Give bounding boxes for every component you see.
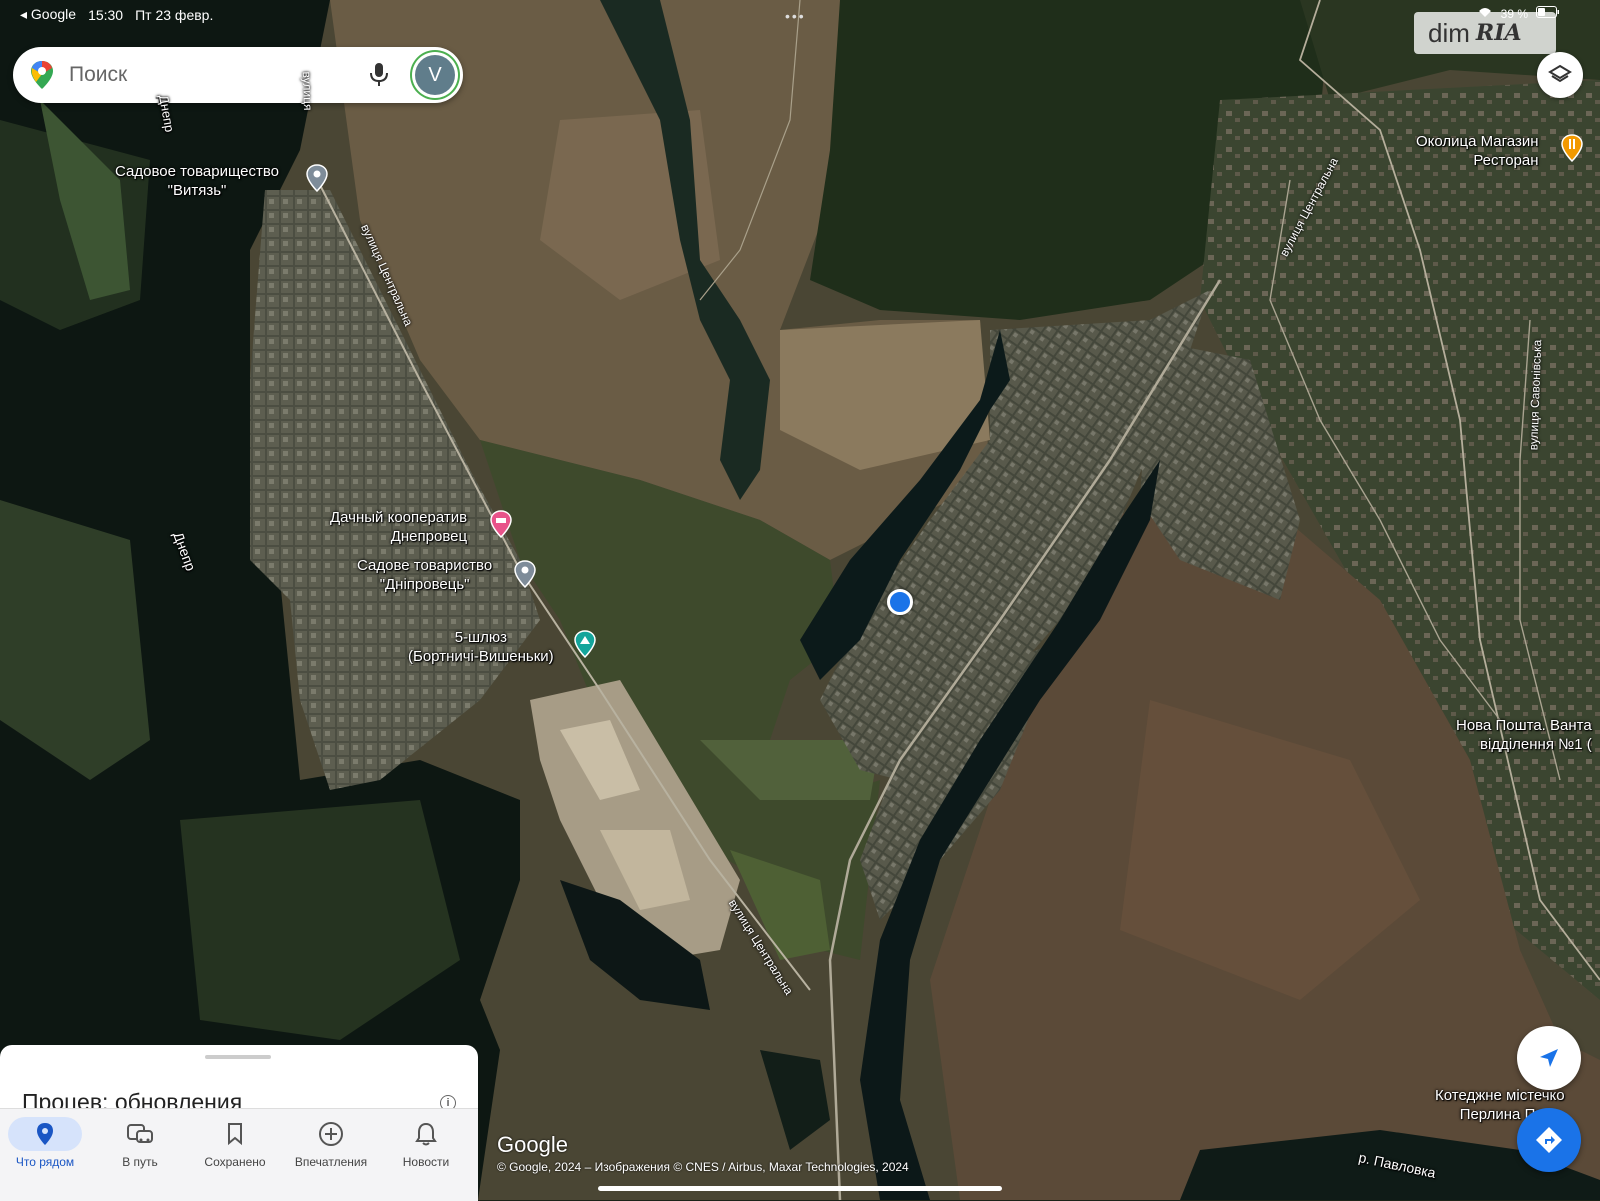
sheet-drag-handle[interactable]: [205, 1055, 271, 1059]
my-location-button[interactable]: [1517, 1026, 1581, 1090]
current-location-dot: [887, 589, 913, 615]
bell-icon: [415, 1122, 437, 1146]
nav-tab-label: Что рядом: [15, 1155, 75, 1169]
garden-poi-pin-icon[interactable]: [514, 560, 536, 588]
restaurant-poi-pin-icon[interactable]: [1561, 134, 1583, 162]
google-logo: Google: [497, 1132, 568, 1157]
status-date: Пт 23 февр.: [135, 6, 214, 23]
nav-tab-label: В путь: [122, 1155, 158, 1169]
map-label-dniprovets-coop[interactable]: Дачный кооператив Днепровец: [330, 508, 467, 546]
account-avatar[interactable]: V: [415, 55, 455, 95]
map-label-dniprovets-garden[interactable]: Садове товариство "Дніпровець": [357, 556, 492, 594]
nav-tab-contribute[interactable]: Впечатления: [286, 1117, 376, 1169]
lodging-poi-pin-icon[interactable]: [490, 510, 512, 538]
nav-tab-saved[interactable]: Сохранено: [190, 1117, 280, 1169]
nav-tab-label: Новости: [402, 1155, 450, 1169]
bottom-navigation: Что рядом В путь Сохранено Впечатления Н…: [0, 1108, 478, 1201]
microphone-icon[interactable]: [369, 62, 389, 88]
garden-poi-pin-icon[interactable]: [306, 164, 328, 192]
nav-tab-updates[interactable]: Новости: [381, 1117, 471, 1169]
nav-tab-label: Сохранено: [204, 1155, 266, 1169]
landmark-poi-pin-icon[interactable]: [574, 630, 596, 658]
layers-icon: [1548, 64, 1572, 83]
directions-button[interactable]: [1517, 1108, 1581, 1172]
layers-button[interactable]: [1537, 52, 1583, 98]
multitasking-dots[interactable]: •••: [785, 8, 806, 24]
map-label-okolytsia[interactable]: Околица Магазин Ресторан: [1416, 132, 1539, 170]
map-copyright: © Google, 2024 – Изображения © CNES / Ai…: [497, 1160, 909, 1174]
search-bar[interactable]: Поиск V: [13, 47, 463, 103]
nav-tab-explore[interactable]: Что рядом: [0, 1117, 90, 1169]
commute-icon: [127, 1124, 153, 1143]
home-indicator[interactable]: [598, 1186, 1002, 1191]
map-label-sluice[interactable]: 5-шлюз (Бортничі-Вишеньки): [408, 628, 554, 666]
navigation-arrow-icon: [1540, 1049, 1558, 1067]
add-circle-icon: [319, 1122, 343, 1146]
back-to-google-link[interactable]: ◂ Google: [20, 6, 76, 23]
nav-tab-label: Впечатления: [294, 1155, 368, 1169]
watermark-dim-text: dim: [1428, 17, 1470, 48]
map-label-nova-poshta[interactable]: Нова Пошта. Ванта відділення №1 (: [1456, 716, 1592, 754]
watermark-ria-text: RIA: [1475, 20, 1522, 46]
dim-ria-watermark: dim RIA: [1414, 12, 1556, 54]
map-label-vytiaz[interactable]: Садовое товарищество "Витязь": [115, 162, 279, 200]
search-input[interactable]: Поиск: [69, 63, 369, 87]
google-maps-pin-icon: [31, 61, 53, 89]
bookmark-icon: [228, 1123, 242, 1146]
nav-tab-commute[interactable]: В путь: [95, 1117, 185, 1169]
status-time: 15:30: [88, 6, 124, 23]
directions-icon: [1536, 1127, 1562, 1153]
street-label-top: вулиця: [299, 71, 316, 111]
place-icon: [37, 1123, 53, 1145]
